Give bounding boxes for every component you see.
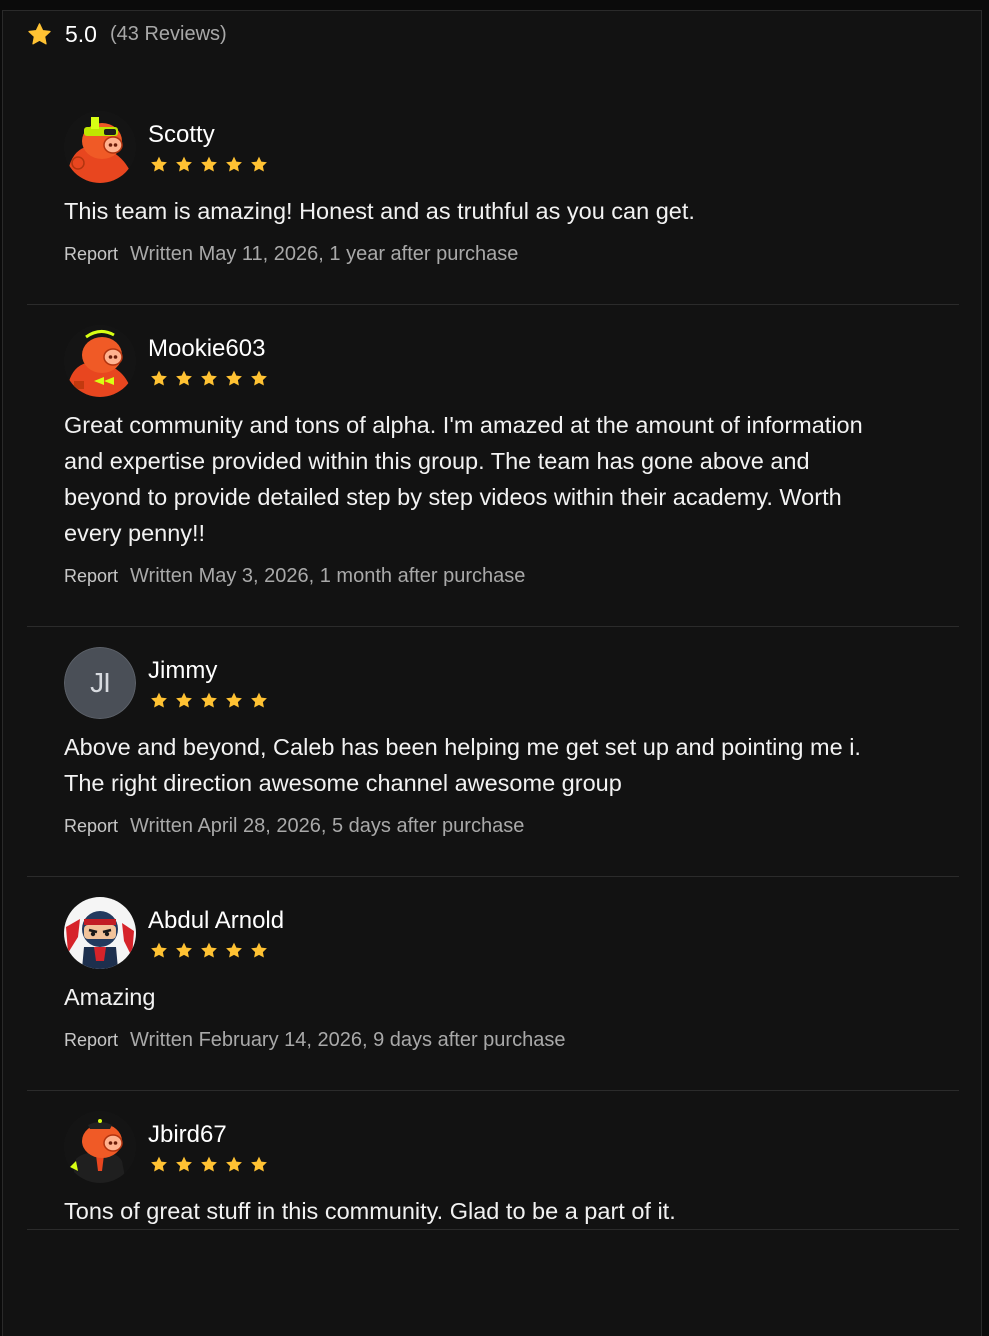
star-icon — [226, 692, 242, 708]
written-date: Written February 14, 2026, 9 days after … — [130, 1029, 566, 1051]
review-text: This team is amazing! Honest and as trut… — [64, 198, 695, 224]
pig-mascot-icon — [64, 111, 136, 183]
star-icon — [176, 1156, 192, 1172]
review-item: JI Jimmy Above and beyond, Caleb has bee… — [27, 627, 959, 877]
avatar[interactable]: JI — [64, 647, 136, 719]
ninja-character-icon — [64, 897, 136, 969]
written-date: Written April 28, 2026, 5 days after pur… — [130, 815, 525, 837]
reviewer-name[interactable]: Jimmy — [148, 657, 269, 685]
star-icon — [226, 156, 242, 172]
star-icon — [176, 156, 192, 172]
star-rating — [149, 369, 269, 388]
star-icon — [176, 942, 192, 958]
review-item: Scotty This team is amazing! Honest and … — [27, 91, 959, 305]
reviews-panel: 5.0 (43 Reviews) Scotty This team is ama… — [2, 10, 982, 1336]
review-text: Great community and tons of alpha. I'm a… — [64, 412, 863, 546]
average-score: 5.0 — [65, 20, 97, 47]
review-item: Abdul Arnold Amazing Report Written Febr… — [27, 877, 959, 1091]
review-meta: Report Written April 28, 2026, 5 days af… — [64, 815, 923, 876]
reviewer-name[interactable]: Jbird67 — [148, 1121, 269, 1149]
review-meta: Report Written May 11, 2026, 1 year afte… — [64, 243, 923, 304]
review-count: (43 Reviews) — [109, 22, 227, 45]
star-rating — [149, 691, 269, 710]
review-item: Mookie603 Great community and tons of al… — [27, 305, 959, 627]
avatar[interactable] — [64, 1111, 136, 1183]
star-icon — [28, 22, 51, 44]
rating-summary: 5.0 (43 Reviews) — [27, 21, 227, 47]
star-icon — [251, 1156, 267, 1172]
star-icon — [151, 1156, 167, 1172]
reviewer-name[interactable]: Scotty — [148, 121, 269, 149]
reviewer-name[interactable]: Mookie603 — [148, 335, 269, 363]
star-rating — [149, 1155, 269, 1174]
star-icon — [251, 156, 267, 172]
star-icon — [226, 370, 242, 386]
star-icon — [251, 942, 267, 958]
avatar[interactable] — [64, 897, 136, 969]
avatar[interactable] — [64, 111, 136, 183]
report-link[interactable]: Report — [64, 244, 118, 265]
star-icon — [151, 942, 167, 958]
star-icon — [176, 370, 192, 386]
pig-mascot-icon — [64, 1111, 136, 1183]
review-text: Amazing — [64, 984, 156, 1010]
star-icon — [251, 370, 267, 386]
review-text: Tons of great stuff in this community. G… — [64, 1198, 676, 1224]
report-link[interactable]: Report — [64, 1030, 118, 1051]
written-date: Written May 3, 2026, 1 month after purch… — [130, 565, 526, 587]
star-icon — [201, 692, 217, 708]
star-icon — [201, 370, 217, 386]
star-icon — [151, 692, 167, 708]
pig-mascot-icon — [64, 325, 136, 397]
star-icon — [201, 156, 217, 172]
star-icon — [226, 942, 242, 958]
report-link[interactable]: Report — [64, 566, 118, 587]
review-item: Jbird67 Tons of great stuff in this comm… — [27, 1091, 959, 1230]
review-meta: Report Written May 3, 2026, 1 month afte… — [64, 565, 923, 626]
review-list: Scotty This team is amazing! Honest and … — [27, 91, 959, 1230]
star-icon — [151, 370, 167, 386]
review-meta: Report Written February 14, 2026, 9 days… — [64, 1029, 923, 1090]
star-rating — [149, 155, 269, 174]
avatar-initials: JI — [64, 647, 136, 719]
star-icon — [226, 1156, 242, 1172]
star-icon — [251, 692, 267, 708]
report-link[interactable]: Report — [64, 816, 118, 837]
star-rating — [149, 941, 284, 960]
star-icon — [151, 156, 167, 172]
reviewer-name[interactable]: Abdul Arnold — [148, 907, 284, 935]
star-icon — [176, 692, 192, 708]
star-icon — [201, 1156, 217, 1172]
review-text: Above and beyond, Caleb has been helping… — [64, 734, 861, 796]
avatar[interactable] — [64, 325, 136, 397]
star-icon — [201, 942, 217, 958]
written-date: Written May 11, 2026, 1 year after purch… — [130, 243, 519, 265]
